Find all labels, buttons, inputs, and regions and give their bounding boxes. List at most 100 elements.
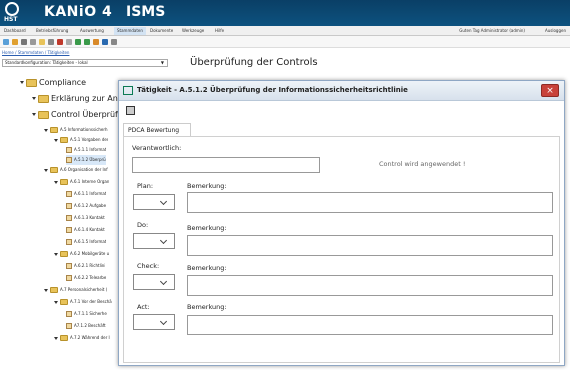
tree-item-selected[interactable]: A.5.1.2 Überprü — [66, 155, 106, 165]
expand-icon[interactable] — [54, 336, 58, 340]
menu-betriebsfuehrung[interactable]: Betriebsführung — [36, 28, 68, 33]
verantwortlich-input[interactable] — [132, 157, 320, 173]
act-select[interactable] — [133, 314, 175, 330]
tree-item[interactable]: A.6.1.5 Informat — [66, 237, 106, 247]
chevron-down-icon — [159, 236, 168, 245]
tree-item[interactable]: A.6.2 Mobilgeräte u — [54, 249, 109, 259]
folder-icon — [26, 78, 37, 87]
logo-text: HST — [4, 16, 18, 23]
breadcrumb[interactable]: Home / Stammdaten / Tätigkeiten — [2, 50, 69, 55]
menu-auswertung[interactable]: Auswertung — [80, 28, 104, 33]
menu-bar: Dashboard Betriebsführung Auswertung Sta… — [0, 26, 570, 36]
folder-icon — [60, 179, 68, 185]
tree-item[interactable]: A.6.1.1 Informat — [66, 189, 106, 199]
plan-select[interactable] — [133, 194, 175, 210]
tree-item[interactable]: A.6.1.4 Kontakt — [66, 225, 105, 235]
act-bemerkung-label: Bemerkung: — [187, 303, 227, 311]
tab-pdca[interactable]: PDCA Bewertung — [123, 123, 191, 137]
folder-icon — [50, 287, 58, 293]
tree-item-control[interactable]: Control Überprüfu — [32, 108, 123, 122]
expand-icon[interactable] — [44, 128, 48, 132]
save-icon[interactable] — [126, 106, 135, 115]
task-icon — [66, 239, 72, 245]
logo-icon — [5, 2, 19, 16]
folder-icon — [60, 299, 68, 305]
copy-icon[interactable] — [30, 39, 36, 45]
link-icon[interactable] — [66, 39, 72, 45]
task-icon — [66, 215, 72, 221]
menu-werkzeuge[interactable]: Werkzeuge — [182, 28, 204, 33]
app-name: KANiO 4 — [44, 4, 113, 20]
chevron-down-icon: ▼ — [160, 60, 164, 65]
tree-item-compliance[interactable]: Compliance — [20, 76, 86, 90]
menu-hilfe[interactable]: Hilfe — [215, 28, 224, 33]
chevron-down-icon — [159, 317, 168, 326]
tree-item[interactable]: A7.1.2 Beschäft — [66, 321, 106, 331]
task-icon — [66, 203, 72, 209]
tree-item[interactable]: A.6.2.1 Richtlini — [66, 261, 105, 271]
task-icon — [66, 311, 72, 317]
close-button[interactable]: × — [541, 84, 559, 97]
expand-icon[interactable] — [20, 81, 24, 84]
menu-dashboard[interactable]: Dashboard — [4, 28, 26, 33]
expand-icon[interactable] — [54, 300, 58, 304]
check-bemerkung-input[interactable] — [187, 275, 553, 296]
tree-item-erklaerung[interactable]: Erklärung zur Anw — [32, 92, 124, 106]
tree-item[interactable]: A.7 Personalsicherheit ( — [44, 285, 107, 295]
expand-icon[interactable] — [54, 180, 58, 184]
task-dialog: Tätigkeit - A.5.1.2 Überprüfung der Info… — [118, 80, 565, 366]
expand-icon[interactable] — [54, 138, 58, 142]
act-bemerkung-input[interactable] — [187, 315, 553, 335]
verantwortlich-label: Verantwortlich: — [132, 144, 182, 152]
do-bemerkung-input[interactable] — [187, 235, 553, 256]
check-select[interactable] — [133, 274, 175, 290]
expand-icon[interactable] — [44, 288, 48, 292]
chevron-down-icon — [159, 277, 168, 286]
menu-dokumente[interactable]: Dokumente — [150, 28, 173, 33]
export-icon[interactable] — [93, 39, 99, 45]
tree-item[interactable]: A.7.1 Vor der Beschä — [54, 297, 112, 307]
expand-icon[interactable] — [54, 252, 58, 256]
section-title: Überprüfung der Controls — [190, 57, 318, 68]
folder-icon[interactable] — [39, 39, 45, 45]
tree-item[interactable]: A.6.2.2 Telearbe — [66, 273, 106, 283]
tree-item[interactable]: A.5.1.1 Informat — [66, 145, 106, 155]
tree-item[interactable]: A.5 Informationssicherh — [44, 125, 108, 135]
logout-link[interactable]: Ausloggen — [545, 28, 566, 33]
folder-icon — [38, 94, 49, 103]
check-icon[interactable] — [75, 39, 81, 45]
dialog-title: Tätigkeit - A.5.1.2 Überprüfung der Info… — [137, 86, 408, 94]
folder-icon — [50, 167, 58, 173]
do-select[interactable] — [133, 233, 175, 249]
tree-item[interactable]: A.7.2 Während der I — [54, 333, 110, 343]
menu-stammdaten[interactable]: Stammdaten — [114, 27, 146, 35]
tree-item[interactable]: A.6.1 Interne Organ — [54, 177, 109, 187]
module-name: ISMS — [126, 4, 166, 20]
plan-label: Plan: — [137, 182, 154, 190]
tree-item[interactable]: A.6.1.3 Kontakt — [66, 213, 105, 223]
expand-icon[interactable] — [32, 97, 36, 100]
task-icon — [66, 275, 72, 281]
plan-bemerkung-input[interactable] — [187, 192, 553, 213]
task-icon — [66, 227, 72, 233]
check-label: Check: — [137, 262, 160, 270]
tree-item[interactable]: A.6 Organisation der Inf — [44, 165, 108, 175]
expand-icon[interactable] — [32, 113, 36, 116]
settings-icon[interactable] — [111, 39, 117, 45]
do-label: Do: — [137, 221, 149, 229]
approve-icon[interactable] — [84, 39, 90, 45]
document-icon[interactable] — [48, 39, 54, 45]
new-icon[interactable] — [3, 39, 9, 45]
toolbar — [0, 36, 570, 48]
tree-item[interactable]: A.7.1.1 Sicherhe — [66, 309, 107, 319]
tree-item[interactable]: A.5.1 Vorgaben der — [54, 135, 108, 145]
edit-icon[interactable] — [12, 39, 18, 45]
status-note: Control wird angewendet ! — [379, 160, 466, 168]
delete-icon[interactable] — [57, 39, 63, 45]
expand-icon[interactable] — [44, 168, 48, 172]
save-icon-toolbar[interactable] — [102, 39, 108, 45]
tree-item[interactable]: A.6.1.2 Aufgabe — [66, 201, 106, 211]
print-icon[interactable] — [21, 39, 27, 45]
config-select[interactable]: Standardkonfiguration: Tätigkeiten - lok… — [2, 59, 168, 67]
task-icon — [66, 263, 72, 269]
